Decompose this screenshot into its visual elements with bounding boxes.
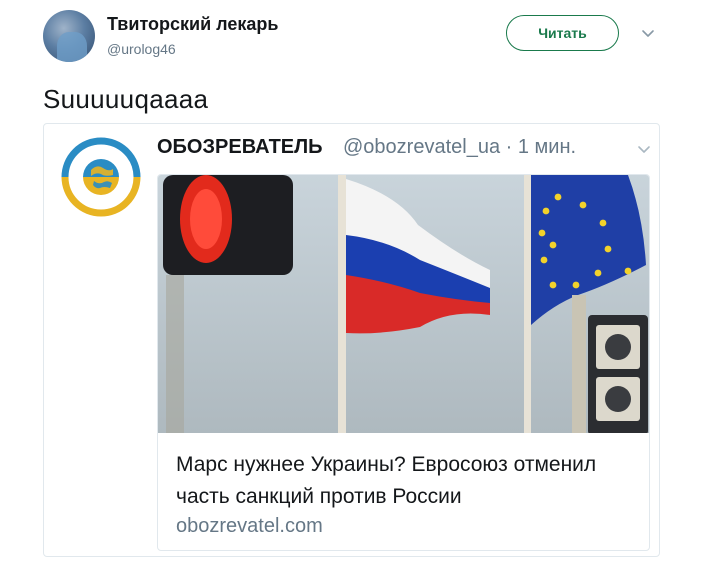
link-text-block: Марс нужнее Украины? Евросоюз отменил ча… — [176, 449, 636, 538]
link-preview-card[interactable]: Марс нужнее Украины? Евросоюз отменил ча… — [157, 174, 650, 551]
author-display-name[interactable]: Твиторский лекарь — [107, 14, 278, 35]
source-name[interactable]: ОБОЗРЕВАТЕЛЬ — [157, 136, 323, 159]
author-avatar[interactable] — [43, 10, 95, 62]
source-handle-time[interactable]: @obozrevatel_ua · 1 мин. — [343, 136, 576, 159]
follow-button[interactable]: Читать — [506, 15, 619, 51]
link-domain[interactable]: obozrevatel.com — [176, 515, 636, 538]
tweet-text: Suuuuuqaaaa — [43, 84, 209, 114]
link-title[interactable]: Марс нужнее Украины? Евросоюз отменил ча… — [176, 449, 636, 513]
chevron-down-icon[interactable] — [640, 25, 656, 41]
chevron-down-icon[interactable] — [636, 141, 652, 157]
flags-photo — [158, 175, 649, 433]
obozrevatel-logo[interactable] — [61, 137, 141, 217]
author-handle[interactable]: @urolog46 — [107, 41, 176, 57]
